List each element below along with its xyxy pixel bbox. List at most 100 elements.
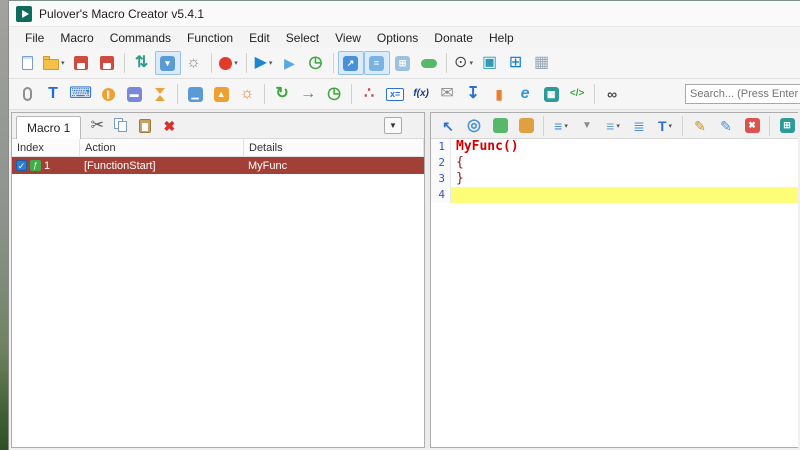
mouse-command-icon[interactable] bbox=[14, 82, 40, 106]
search-commands-icon[interactable]: ∞ bbox=[599, 82, 625, 106]
new-macro-icon[interactable] bbox=[14, 51, 40, 75]
zoom-icon[interactable]: ◎ bbox=[461, 114, 487, 138]
menu-function[interactable]: Function bbox=[179, 28, 241, 48]
tab-macro-1[interactable]: Macro 1 bbox=[16, 115, 82, 140]
import-export-icon[interactable]: ⇅ bbox=[129, 51, 155, 75]
menu-donate[interactable]: Donate bbox=[426, 28, 481, 48]
toolbar-separator bbox=[210, 53, 212, 73]
settimer-command-icon[interactable]: ◷ bbox=[321, 82, 347, 106]
line-number: 2 bbox=[431, 155, 451, 171]
shutdown-button[interactable]: ⊙ ▾ bbox=[451, 51, 477, 75]
dropdown-arrow-icon[interactable]: ▾ bbox=[469, 59, 473, 67]
goto-command-icon[interactable]: → bbox=[295, 82, 321, 106]
target-window-icon[interactable]: ↗ bbox=[337, 51, 364, 75]
open-file-icon[interactable]: ▾ bbox=[40, 51, 68, 75]
dropdown-arrow-icon[interactable]: ▾ bbox=[269, 59, 273, 67]
open-in-editor-icon[interactable]: ✎ bbox=[713, 114, 739, 138]
code-command-icon[interactable]: </> bbox=[564, 82, 590, 106]
font-style-icon[interactable]: T ▾ bbox=[652, 114, 678, 138]
code-editor[interactable]: 1 MyFunc() 2{3} 4 bbox=[431, 139, 798, 447]
menu-view[interactable]: View bbox=[327, 28, 369, 48]
play-button[interactable]: ▶ ▾ bbox=[251, 51, 277, 75]
function-command-icon[interactable]: f(x) bbox=[408, 82, 434, 106]
menu-select[interactable]: Select bbox=[278, 28, 327, 48]
windows-logo-icon[interactable]: ⊞ bbox=[503, 51, 529, 75]
menu-commands[interactable]: Commands bbox=[102, 28, 179, 48]
tab-list-dropdown-button[interactable]: ▼ bbox=[384, 117, 402, 134]
message-command-icon[interactable]: ▬ bbox=[121, 82, 147, 106]
dropdown-arrow-icon[interactable]: ▾ bbox=[564, 122, 568, 130]
line-options-icon[interactable]: ≡ ▾ bbox=[548, 114, 574, 138]
edit-code-icon[interactable]: ✎ bbox=[687, 114, 713, 138]
variable-command-icon[interactable]: x= bbox=[382, 82, 408, 106]
pause-command-icon[interactable]: ∥ bbox=[95, 82, 121, 106]
text-command-icon[interactable]: T bbox=[40, 82, 66, 106]
internet-command-icon[interactable]: e bbox=[512, 82, 538, 106]
menu-edit[interactable]: Edit bbox=[241, 28, 278, 48]
dropdown-arrow-icon[interactable]: ▾ bbox=[616, 122, 620, 130]
controller-icon[interactable]: ▦ bbox=[529, 51, 555, 75]
remote-desktops-icon[interactable]: ▣ bbox=[477, 51, 503, 75]
row-action: [FunctionStart] bbox=[84, 159, 156, 172]
icon-shape: ≡ bbox=[369, 55, 385, 71]
ocr-command-icon[interactable]: ▮ bbox=[486, 82, 512, 106]
column-header-action[interactable]: Action bbox=[80, 139, 244, 156]
line-numbers-icon[interactable]: ≣ bbox=[626, 114, 652, 138]
dropdown-arrow-icon[interactable]: ▾ bbox=[234, 59, 238, 67]
column-header-index[interactable]: Index bbox=[12, 139, 80, 156]
highlight-colors-icon[interactable] bbox=[513, 114, 539, 138]
copy-row-icon[interactable] bbox=[109, 114, 133, 138]
row-index: 1 bbox=[44, 159, 51, 172]
email-command-icon[interactable]: ✉ bbox=[434, 82, 460, 106]
clear-filter-icon[interactable]: ▼ bbox=[574, 114, 600, 138]
delete-row-icon[interactable]: ✖ bbox=[157, 114, 181, 138]
window-command-icon[interactable]: ▁ bbox=[182, 82, 208, 106]
if-else-icon[interactable]: ∴ bbox=[356, 82, 382, 106]
loop-command-icon[interactable]: ↻ bbox=[269, 82, 295, 106]
icon-shape: </> bbox=[569, 88, 585, 99]
window-spy-icon[interactable]: ⊞ bbox=[390, 51, 416, 75]
search-input[interactable] bbox=[685, 84, 800, 104]
menu-help[interactable]: Help bbox=[481, 28, 522, 48]
macro-row[interactable]: ✓ ƒ 1 [FunctionStart] MyFunc bbox=[12, 157, 424, 174]
editor-line[interactable]: 3} bbox=[431, 171, 798, 187]
icon-shape: ◷ bbox=[327, 85, 342, 102]
comment-icon[interactable] bbox=[487, 114, 513, 138]
resume-pill-icon[interactable] bbox=[416, 51, 442, 75]
paste-row-icon[interactable] bbox=[133, 114, 157, 138]
keystroke-command-icon[interactable]: ⌨ bbox=[66, 82, 95, 106]
play-timer-button[interactable]: ◷ bbox=[303, 51, 329, 75]
gui-command-icon[interactable]: ▦ bbox=[538, 82, 564, 106]
dropdown-arrow-icon[interactable]: ▾ bbox=[669, 122, 673, 130]
menu-macro[interactable]: Macro bbox=[52, 28, 101, 48]
download-command-icon[interactable]: ↧ bbox=[460, 82, 486, 106]
window-list-icon[interactable]: ≡ bbox=[363, 51, 390, 75]
cut-row-icon[interactable]: ✂ bbox=[85, 114, 109, 138]
editor-line[interactable]: 2{ bbox=[431, 155, 798, 171]
title-bar[interactable]: Pulover's Macro Creator v5.4.1 bbox=[9, 1, 800, 27]
editor-line[interactable]: 1 MyFunc() bbox=[431, 139, 798, 155]
play-selected-button[interactable]: ▶ bbox=[277, 51, 303, 75]
wait-command-icon[interactable] bbox=[147, 82, 173, 106]
export-code-icon[interactable]: ⊞ bbox=[774, 114, 798, 138]
row-enabled-checkbox[interactable]: ✓ bbox=[16, 160, 27, 171]
image-search-icon[interactable]: ▲ bbox=[208, 82, 234, 106]
record-button[interactable]: ▾ bbox=[216, 51, 242, 75]
icon-shape: ▮ bbox=[495, 86, 503, 102]
process-command-icon[interactable]: ☼ bbox=[234, 82, 260, 106]
cursor-mode-icon[interactable]: ↖ bbox=[435, 114, 461, 138]
show-hide-window-icon[interactable]: ▾ bbox=[154, 51, 181, 75]
close-editor-icon[interactable]: ✖ bbox=[739, 114, 765, 138]
column-header-details[interactable]: Details bbox=[244, 139, 424, 156]
view-options-icon[interactable]: ≡ ▾ bbox=[600, 114, 626, 138]
menu-file[interactable]: File bbox=[17, 28, 52, 48]
function-start-icon: ƒ bbox=[30, 160, 41, 171]
dropdown-arrow-icon[interactable]: ▾ bbox=[61, 59, 65, 67]
preferences-gear-icon[interactable]: ☼ bbox=[181, 51, 207, 75]
menu-options[interactable]: Options bbox=[369, 28, 426, 48]
icon-shape: ▬ bbox=[126, 86, 142, 102]
editor-line[interactable]: 4 bbox=[431, 187, 798, 203]
save-icon[interactable] bbox=[68, 51, 94, 75]
editor-toolbar-icons: ↖◎≡▾▼≡▾≣T▾✎✎✖⊞↺ bbox=[435, 114, 798, 138]
save-as-icon[interactable] bbox=[94, 51, 120, 75]
